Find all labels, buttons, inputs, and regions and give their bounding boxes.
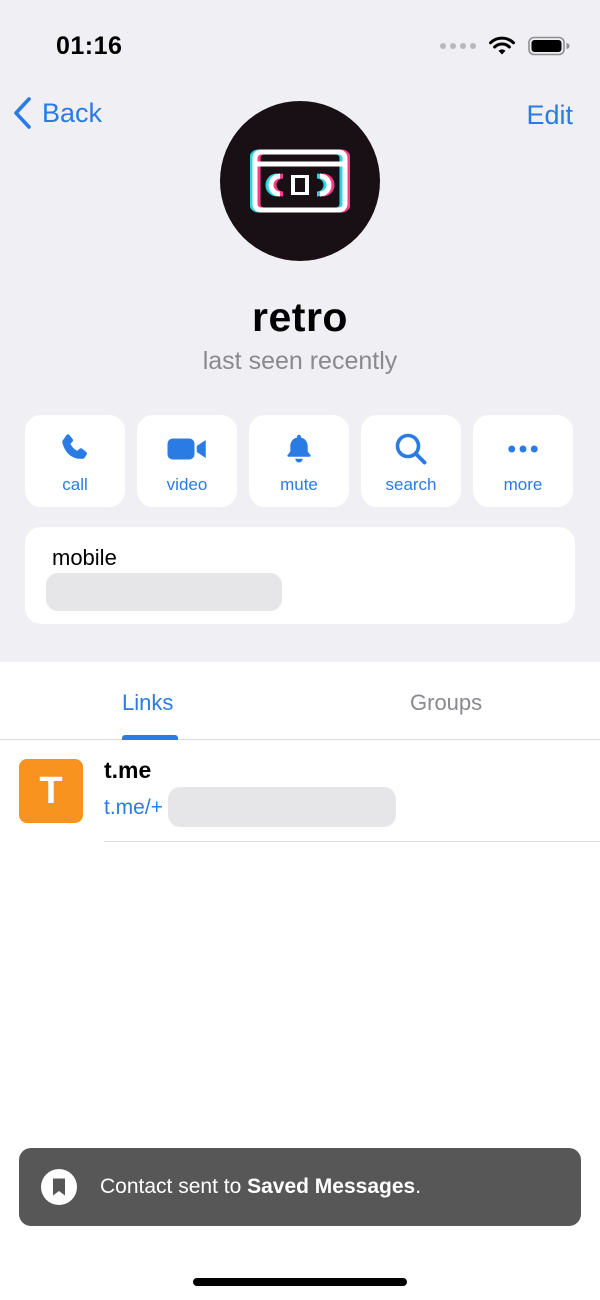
vhs-cassette-icon: [250, 149, 350, 213]
phone-icon: [62, 434, 87, 459]
redacted-link: [168, 787, 396, 827]
back-label: Back: [42, 97, 103, 128]
link-list-item[interactable]: T t.me t.me/+: [0, 741, 600, 842]
cellular-signal-icon: [440, 43, 476, 49]
more-dots-icon: [508, 445, 538, 453]
toast-text-prefix: Contact sent to: [100, 1175, 248, 1198]
edit-button[interactable]: Edit: [526, 100, 573, 131]
more-label: more: [503, 475, 543, 494]
redacted-phone-number: [46, 573, 282, 611]
avatar[interactable]: [220, 101, 380, 261]
link-title: t.me: [104, 757, 152, 783]
video-button[interactable]: video: [137, 415, 237, 507]
video-camera-icon: [167, 438, 206, 460]
link-thumbnail: T: [19, 759, 83, 823]
wifi-icon: [489, 36, 515, 55]
tab-groups[interactable]: Groups: [410, 690, 482, 716]
link-url[interactable]: t.me/+: [104, 796, 163, 820]
bookmark-icon: [41, 1169, 77, 1205]
last-seen-status: last seen recently: [202, 347, 398, 375]
tab-links[interactable]: Links: [122, 690, 173, 716]
status-time: 01:16: [56, 32, 123, 60]
home-indicator[interactable]: [193, 1278, 407, 1286]
search-button[interactable]: search: [361, 415, 461, 507]
toast-notification[interactable]: Contact sent to Saved Messages.: [19, 1148, 581, 1226]
back-button[interactable]: Back: [12, 96, 102, 130]
mute-button[interactable]: mute: [249, 415, 349, 507]
search-icon: [395, 433, 427, 465]
toast-message: Contact sent to Saved Messages.: [100, 1175, 421, 1199]
more-button[interactable]: more: [473, 415, 573, 507]
contact-name: retro: [252, 294, 348, 340]
video-label: video: [166, 475, 208, 494]
status-icons: [440, 36, 570, 56]
action-bar: call video mute search more: [25, 415, 573, 507]
phone-number-card[interactable]: mobile: [25, 527, 575, 624]
search-label: search: [385, 475, 437, 494]
toast-text-suffix: .: [415, 1175, 422, 1198]
chevron-left-icon: [14, 97, 31, 129]
call-button[interactable]: call: [25, 415, 125, 507]
divider: [104, 841, 600, 842]
call-label: call: [62, 475, 88, 494]
bell-icon: [287, 434, 311, 463]
toast-saved-messages: Saved Messages: [247, 1175, 416, 1198]
mobile-label: mobile: [52, 545, 117, 570]
battery-icon: [528, 36, 570, 56]
media-tabs: Links Groups: [0, 662, 600, 740]
active-tab-indicator: [122, 735, 178, 740]
mute-label: mute: [280, 475, 318, 494]
